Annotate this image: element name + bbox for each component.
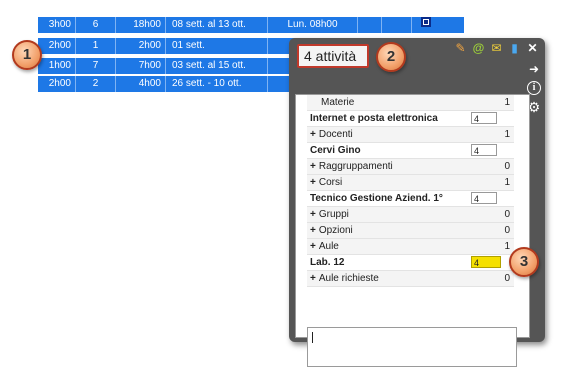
count-cell: 2 bbox=[76, 76, 116, 92]
total-cell: 7h00 bbox=[116, 58, 166, 74]
quantity-field[interactable]: 4 bbox=[471, 144, 497, 156]
period-cell: 01 sett. bbox=[166, 38, 268, 54]
expandable-row[interactable]: Raggruppamenti 0 bbox=[307, 159, 514, 175]
row-value: 0 bbox=[504, 209, 510, 220]
at-icon[interactable]: @ bbox=[472, 42, 485, 55]
notes-textarea[interactable] bbox=[307, 327, 517, 367]
popup-title: 4 attività bbox=[297, 44, 369, 68]
envelope-icon[interactable]: ✉ bbox=[490, 42, 503, 55]
text-caret bbox=[312, 332, 313, 343]
list-item-materie: Materie 1 bbox=[307, 95, 514, 111]
group-label: Lab. 12 bbox=[310, 257, 345, 268]
expandable-row[interactable]: Corsi 1 bbox=[307, 175, 514, 191]
hours-cell: 2h00 bbox=[38, 38, 76, 54]
quantity-field[interactable]: 4 bbox=[471, 192, 497, 204]
row-label: Corsi bbox=[310, 175, 342, 190]
empty-cell bbox=[382, 17, 412, 33]
select-cell[interactable] bbox=[412, 17, 446, 33]
quantity-field-highlighted[interactable]: 4 bbox=[471, 256, 501, 268]
phone-icon[interactable]: ▮ bbox=[508, 42, 521, 55]
hours-cell: 2h00 bbox=[38, 76, 76, 92]
hours-cell: 1h00 bbox=[38, 58, 76, 74]
callout-badge-2: 2 bbox=[376, 42, 406, 72]
period-cell: 03 sett. al 15 ott. bbox=[166, 58, 268, 74]
row-label: Aule bbox=[310, 239, 339, 254]
count-cell: 1 bbox=[76, 38, 116, 54]
row-value: 0 bbox=[504, 161, 510, 172]
row-label: Aule richieste bbox=[310, 271, 379, 286]
day-cell: Lun. 08h00 bbox=[268, 17, 358, 33]
row-value: 1 bbox=[504, 241, 510, 252]
selected-checkbox-icon[interactable] bbox=[421, 17, 431, 27]
group-label: Cervi Gino bbox=[310, 145, 361, 156]
row-value: 0 bbox=[504, 225, 510, 236]
activity-popup: 4 attività ✎ @ ✉ ▮ ✕ ➜ i ⚙ Materie 1 Int… bbox=[289, 38, 545, 367]
details-list: Materie 1 Internet e posta elettronica 4… bbox=[307, 95, 514, 287]
info-icon[interactable]: i bbox=[527, 81, 541, 95]
hours-cell: 3h00 bbox=[38, 17, 76, 33]
total-cell: 4h00 bbox=[116, 76, 166, 92]
expandable-row[interactable]: Opzioni 0 bbox=[307, 223, 514, 239]
callout-badge-1: 1 bbox=[12, 40, 42, 70]
group-row: Cervi Gino 4 bbox=[307, 143, 514, 159]
group-row: Lab. 12 4 bbox=[307, 255, 514, 271]
group-label: Tecnico Gestione Aziend. 1° bbox=[310, 193, 443, 204]
schedule-row[interactable]: 3h00 6 18h00 08 sett. al 13 ott. Lun. 08… bbox=[38, 17, 464, 33]
header-toolbar: ✎ @ ✉ ▮ ✕ bbox=[454, 42, 539, 55]
callout-badge-3: 3 bbox=[509, 247, 539, 277]
row-value: 1 bbox=[504, 177, 510, 188]
expandable-row[interactable]: Docenti 1 bbox=[307, 127, 514, 143]
total-cell: 18h00 bbox=[116, 17, 166, 33]
row-label: Docenti bbox=[310, 127, 353, 142]
expandable-row[interactable]: Gruppi 0 bbox=[307, 207, 514, 223]
period-cell: 26 sett. - 10 ott. bbox=[166, 76, 268, 92]
arrow-right-icon[interactable]: ➜ bbox=[527, 62, 541, 76]
row-label: Opzioni bbox=[310, 223, 353, 238]
expandable-row[interactable]: Aule 1 bbox=[307, 239, 514, 255]
edit-note-icon[interactable]: ✎ bbox=[454, 42, 467, 55]
close-icon[interactable]: ✕ bbox=[526, 42, 539, 55]
expandable-row[interactable]: Aule richieste 0 bbox=[307, 271, 514, 287]
row-value: 0 bbox=[504, 273, 510, 284]
group-label: Internet e posta elettronica bbox=[310, 113, 438, 124]
total-cell: 2h00 bbox=[116, 38, 166, 54]
count-cell: 7 bbox=[76, 58, 116, 74]
details-panel: Materie 1 Internet e posta elettronica 4… bbox=[295, 94, 530, 367]
row-value: 1 bbox=[504, 129, 510, 140]
quantity-field[interactable]: 4 bbox=[471, 112, 497, 124]
row-label: Gruppi bbox=[310, 207, 349, 222]
row-label: Materie bbox=[321, 97, 355, 108]
empty-cell bbox=[358, 17, 382, 33]
row-label: Raggruppamenti bbox=[310, 159, 393, 174]
group-row: Tecnico Gestione Aziend. 1° 4 bbox=[307, 191, 514, 207]
row-value: 1 bbox=[504, 97, 510, 108]
count-cell: 6 bbox=[76, 17, 116, 33]
group-row: Internet e posta elettronica 4 bbox=[307, 111, 514, 127]
period-cell: 08 sett. al 13 ott. bbox=[166, 17, 268, 33]
